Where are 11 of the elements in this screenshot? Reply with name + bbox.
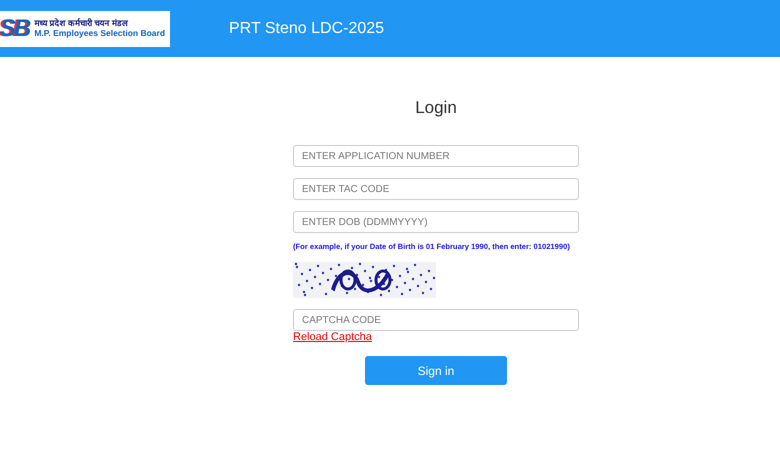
input-field[interactable]: ENTER APPLICATION NUMBER <box>293 145 579 167</box>
sign-in-button[interactable]: Sign in <box>365 356 507 385</box>
page-title: PRT Steno LDC-2025 <box>229 20 384 38</box>
input-field[interactable]: ENTER DOB (DDMMYYYY) <box>293 211 579 233</box>
logo-text: M.P. Employees Selection Board <box>34 29 166 38</box>
logo-text: मध्य प्रदेश कर्मचारी चयन मंडल <box>34 18 129 28</box>
input-field[interactable]: ENTER TAC CODE <box>293 178 579 200</box>
login-heading: Login <box>415 98 457 118</box>
captcha-field[interactable]: CAPTCHA CODE <box>293 309 579 331</box>
reload-captcha-link[interactable]: Reload Captcha <box>293 331 372 343</box>
logo-mark: SB <box>0 16 30 40</box>
